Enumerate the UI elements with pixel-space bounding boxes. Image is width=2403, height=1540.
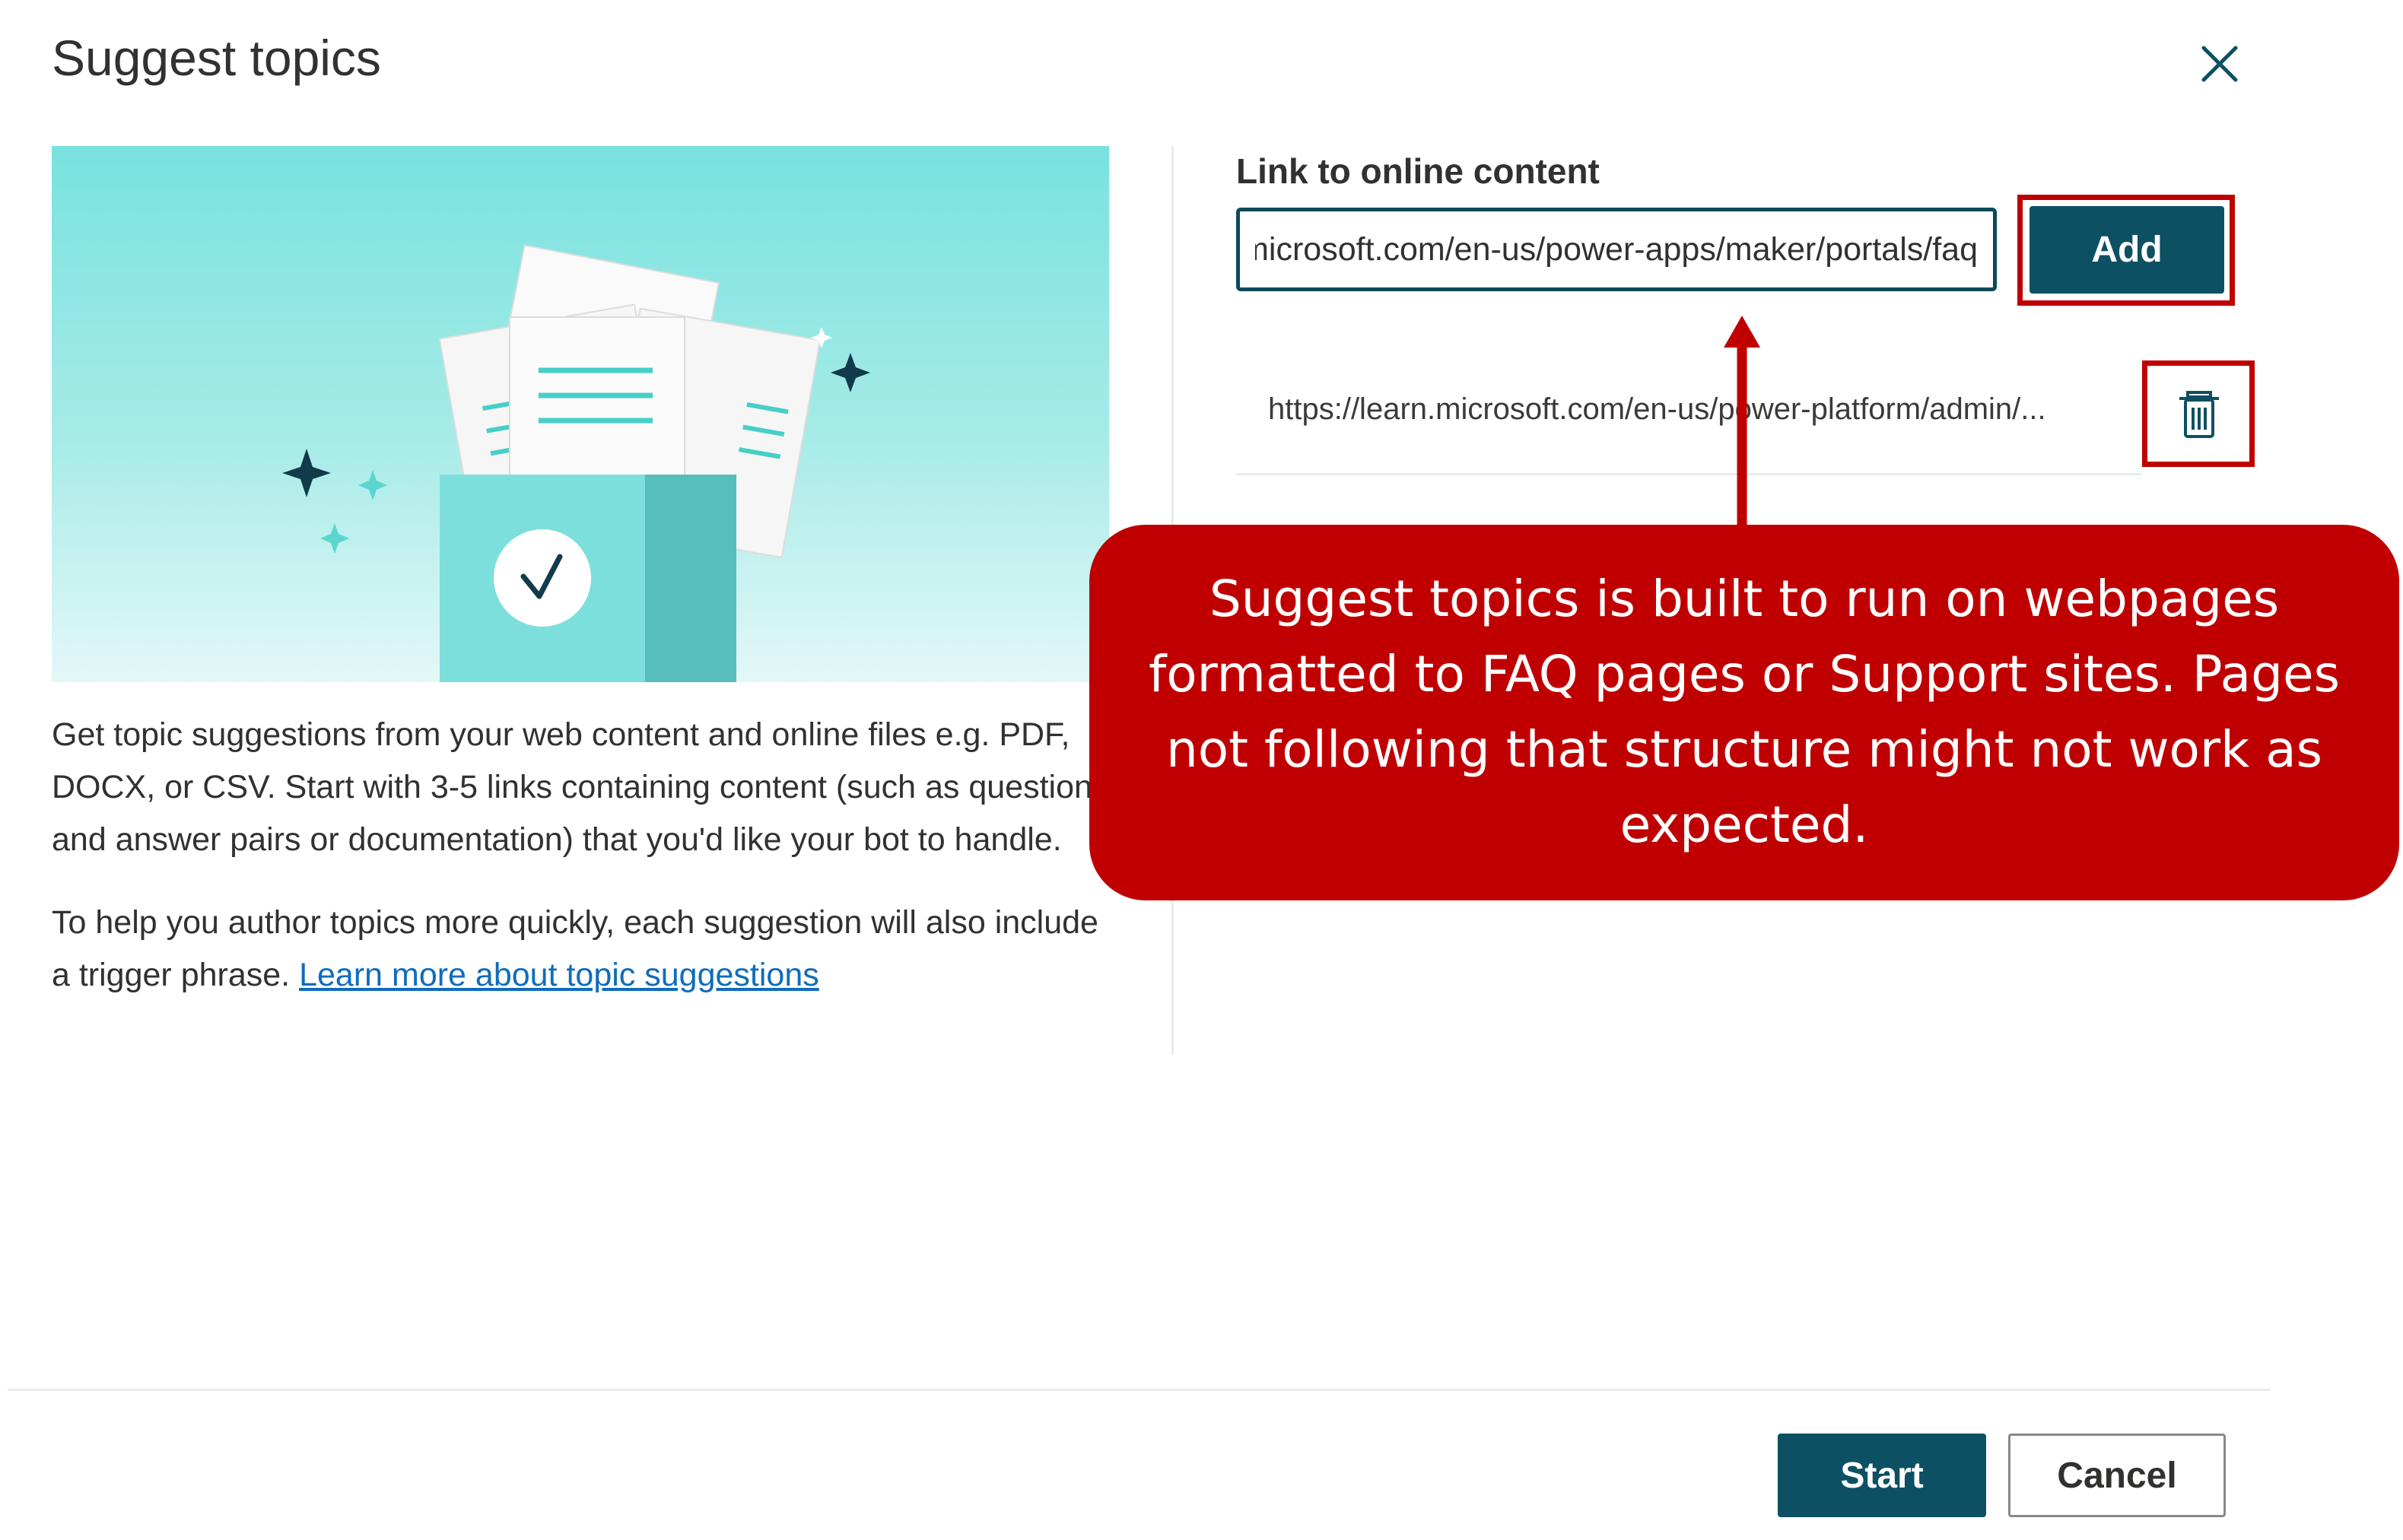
description-text: Get topic suggestions from your web cont… <box>52 716 1092 858</box>
delete-link-button[interactable] <box>2169 384 2230 445</box>
annotation-callout: Suggest topics is built to run on webpag… <box>1089 525 2399 900</box>
link-input[interactable] <box>1236 208 1997 291</box>
start-button[interactable]: Start <box>1778 1434 1986 1517</box>
sparkle-icon <box>358 470 387 500</box>
cancel-button[interactable]: Cancel <box>2008 1434 2226 1517</box>
footer-divider <box>8 1389 2271 1391</box>
close-button[interactable] <box>2197 41 2242 87</box>
dialog-title: Suggest topics <box>52 30 381 86</box>
documents-box-checkmark-illustration <box>282 244 870 682</box>
illustration-panel <box>52 146 1109 682</box>
add-button[interactable]: Add <box>2030 206 2224 294</box>
trash-icon <box>2179 391 2219 438</box>
annotation-arrow <box>1724 316 1760 536</box>
close-icon <box>2201 46 2238 82</box>
sparkle-icon <box>320 523 349 554</box>
description-block: Get topic suggestions from your web cont… <box>52 709 1101 1032</box>
box-side <box>645 475 736 682</box>
sparkle-icon <box>282 449 331 497</box>
learn-more-link[interactable]: Learn more about topic suggestions <box>299 957 819 993</box>
sparkle-icon <box>831 353 870 392</box>
link-field-label: Link to online content <box>1236 151 1600 191</box>
helper-paragraph: To help you author topics more quickly, … <box>52 897 1101 1002</box>
checkmark-circle <box>494 529 591 627</box>
